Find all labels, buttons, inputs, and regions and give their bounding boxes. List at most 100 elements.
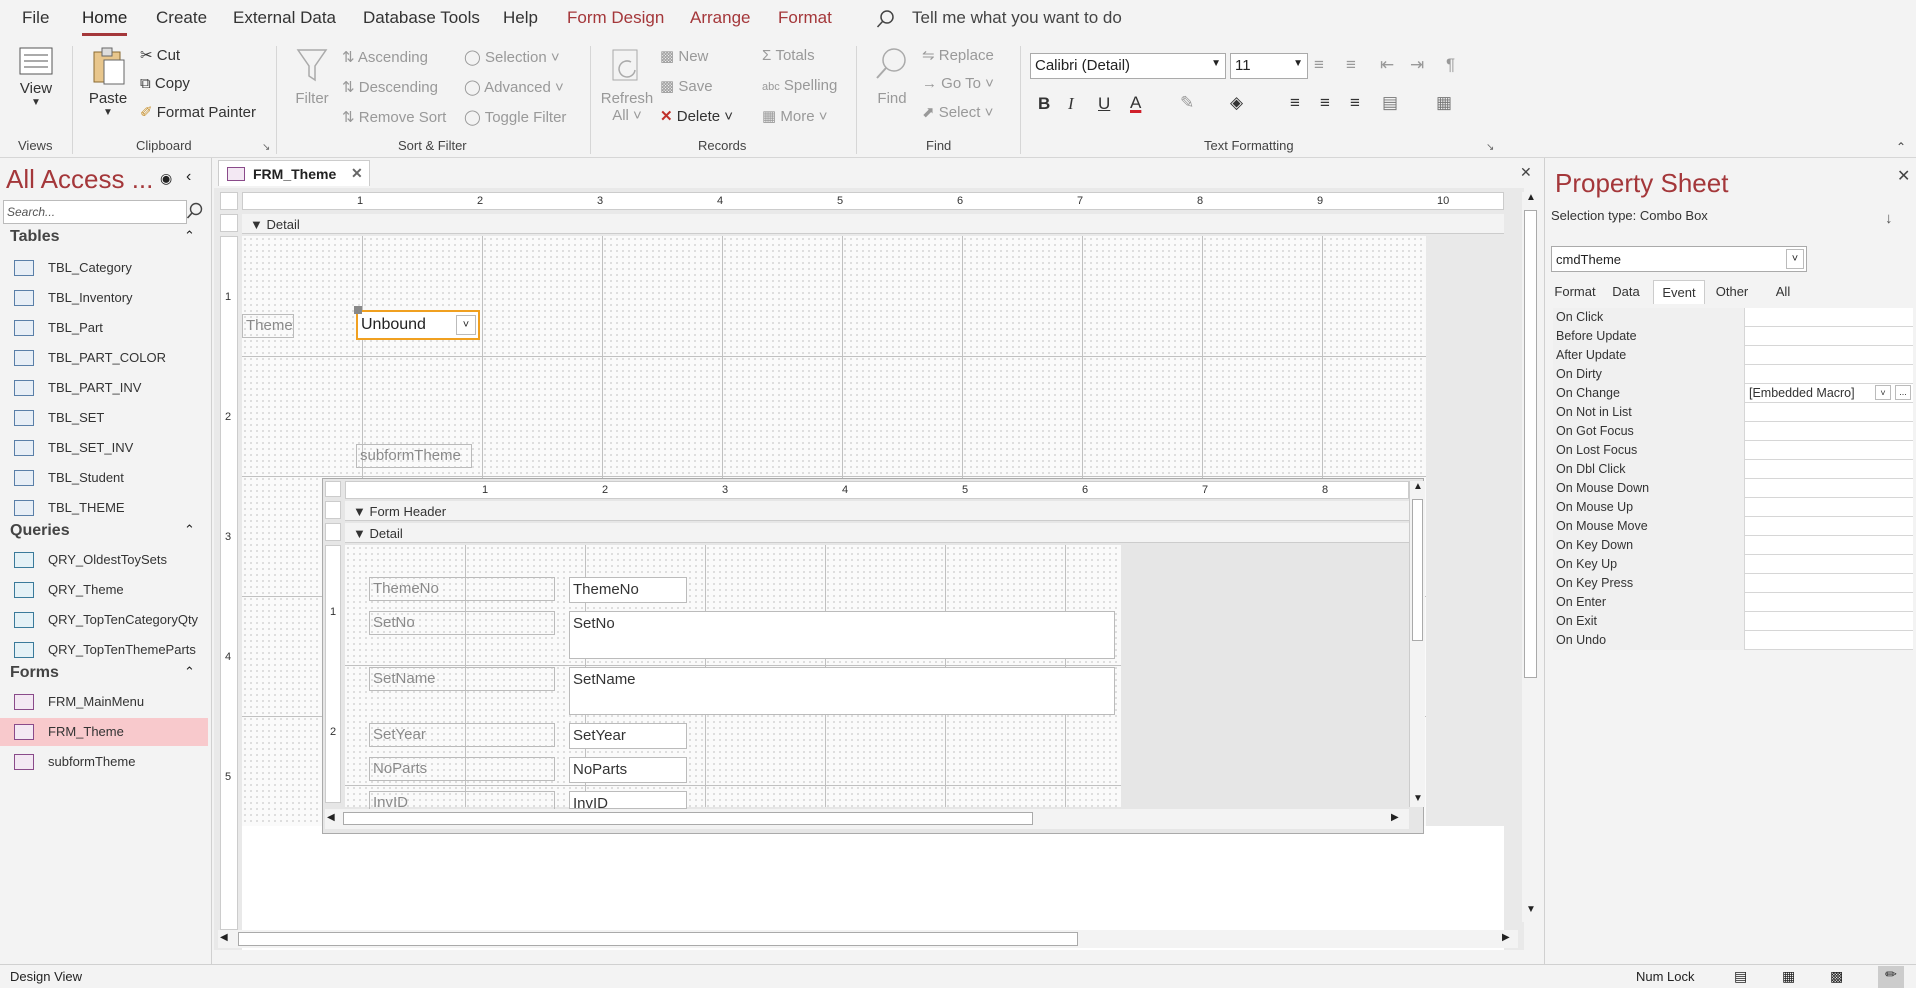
scroll-thumb[interactable]: [343, 812, 1033, 825]
property-row[interactable]: On Enter: [1553, 593, 1913, 612]
property-row[interactable]: On Key Press: [1553, 574, 1913, 593]
font-name-combo[interactable]: Calibri (Detail) ▼: [1030, 53, 1226, 79]
scroll-down-icon[interactable]: ▼: [1526, 904, 1536, 915]
nav-item-tbl-part-color[interactable]: TBL_PART_COLOR: [0, 344, 208, 372]
nav-item-tbl-set[interactable]: TBL_SET: [0, 404, 208, 432]
close-icon[interactable]: ✕: [1897, 166, 1910, 186]
property-value[interactable]: [1746, 631, 1913, 650]
conditional-format-icon[interactable]: ▤: [1382, 93, 1398, 113]
tab-database-tools[interactable]: Database Tools: [363, 8, 480, 28]
field-textbox-themeno[interactable]: ThemeNo: [569, 577, 687, 603]
nav-item-subformtheme[interactable]: subformTheme: [0, 748, 208, 776]
nav-item-tbl-inventory[interactable]: TBL_Inventory: [0, 284, 208, 312]
filter-button[interactable]: Filter: [290, 46, 334, 107]
scroll-thumb[interactable]: [1412, 499, 1423, 641]
goto-button[interactable]: → Go To ˅: [922, 75, 994, 92]
subform-detail-selector[interactable]: [325, 523, 341, 541]
field-label-themeno[interactable]: ThemeNo: [369, 577, 555, 601]
tab-external-data[interactable]: External Data: [233, 8, 336, 28]
nav-search-input[interactable]: Search...: [3, 200, 187, 224]
form-view-icon[interactable]: ▤: [1734, 968, 1747, 985]
property-row[interactable]: On Exit: [1553, 612, 1913, 631]
delete-record-button[interactable]: ✕ Delete ˅: [660, 107, 733, 125]
field-textbox-setyear[interactable]: SetYear: [569, 723, 687, 749]
subform-ruler-corner[interactable]: [325, 481, 341, 497]
font-color-icon[interactable]: A: [1130, 93, 1141, 113]
scroll-thumb[interactable]: [1524, 210, 1537, 678]
property-row[interactable]: Before Update: [1553, 327, 1913, 346]
nav-item-tbl-part[interactable]: TBL_Part: [0, 314, 208, 342]
subform-horizontal-scrollbar[interactable]: ◀ ▶: [325, 809, 1409, 829]
collapse-ribbon-icon[interactable]: ⌃: [1896, 140, 1906, 154]
tab-form-design[interactable]: Form Design: [567, 8, 664, 28]
tab-format[interactable]: Format: [778, 8, 832, 28]
property-value[interactable]: [1746, 365, 1913, 384]
shutter-bar-icon[interactable]: ‹: [186, 168, 191, 186]
tell-me-input[interactable]: Tell me what you want to do: [912, 8, 1122, 28]
field-textbox-noparts[interactable]: NoParts: [569, 757, 687, 783]
property-tab-event[interactable]: Event: [1653, 280, 1705, 304]
find-button[interactable]: Find: [870, 46, 914, 107]
nav-item-frm-mainmenu[interactable]: FRM_MainMenu: [0, 688, 208, 716]
tab-frm-theme[interactable]: FRM_Theme ✕: [218, 160, 370, 186]
underline-button[interactable]: U: [1098, 94, 1110, 114]
close-tab-icon[interactable]: ✕: [351, 165, 363, 182]
replace-button[interactable]: ⇋ Replace: [922, 46, 994, 64]
selection-button[interactable]: ◯ Selection ˅: [464, 48, 560, 66]
chevron-down-icon[interactable]: ˅: [456, 315, 476, 335]
property-value[interactable]: [1746, 612, 1913, 631]
property-value[interactable]: [1746, 498, 1913, 517]
tab-file[interactable]: File: [22, 8, 49, 28]
numbering-icon[interactable]: ≡: [1346, 55, 1356, 75]
tab-arrange[interactable]: Arrange: [690, 8, 750, 28]
property-value[interactable]: [1746, 308, 1913, 327]
toggle-filter-button[interactable]: ◯ Toggle Filter: [464, 108, 566, 126]
property-row[interactable]: On Key Up: [1553, 555, 1913, 574]
font-size-combo[interactable]: 11 ▼: [1230, 53, 1308, 79]
chevron-up-icon[interactable]: ⌃: [184, 664, 195, 680]
view-button[interactable]: View ▼: [14, 46, 58, 108]
cut-button[interactable]: ✂ Cut: [140, 46, 180, 64]
property-value[interactable]: [1746, 327, 1913, 346]
property-value[interactable]: [1746, 517, 1913, 536]
nav-section-forms[interactable]: Forms: [10, 664, 59, 682]
close-document-icon[interactable]: ✕: [1520, 164, 1532, 181]
paragraph-icon[interactable]: ¶: [1446, 55, 1455, 75]
tab-help[interactable]: Help: [503, 8, 538, 28]
property-tab-all[interactable]: All: [1759, 280, 1807, 304]
copy-button[interactable]: ⧉ Copy: [140, 75, 190, 92]
tab-create[interactable]: Create: [156, 8, 207, 28]
ascending-button[interactable]: ⇅ Ascending: [342, 48, 428, 66]
horizontal-scrollbar[interactable]: ◀ ▶: [218, 930, 1518, 948]
nav-item-tbl-student[interactable]: TBL_Student: [0, 464, 208, 492]
subform-vertical-scrollbar[interactable]: ▲ ▼: [1409, 481, 1425, 807]
bullets-icon[interactable]: ≡: [1314, 55, 1324, 75]
layout-view-icon[interactable]: ▩: [1830, 968, 1843, 985]
advanced-button[interactable]: ◯ Advanced ˅: [464, 78, 564, 96]
nav-item-frm-theme[interactable]: FRM_Theme: [0, 718, 208, 746]
property-row[interactable]: On Got Focus: [1553, 422, 1913, 441]
decrease-indent-icon[interactable]: ⇤: [1380, 55, 1394, 75]
nav-item-qry-theme[interactable]: QRY_Theme: [0, 576, 208, 604]
bold-button[interactable]: B: [1038, 94, 1050, 114]
nav-item-tbl-set-inv[interactable]: TBL_SET_INV: [0, 434, 208, 462]
scroll-thumb[interactable]: [238, 932, 1078, 946]
field-textbox-invid[interactable]: InvID: [569, 791, 687, 812]
design-view-icon[interactable]: ✏: [1878, 966, 1904, 988]
more-button[interactable]: ▦ More ˅: [762, 107, 827, 125]
scroll-left-icon[interactable]: ◀: [220, 932, 228, 943]
section-bar-form-header[interactable]: ▼ Form Header: [345, 501, 1409, 521]
property-row[interactable]: On Change [Embedded Macro] ˅...: [1553, 384, 1913, 403]
align-center-icon[interactable]: ≡: [1320, 93, 1330, 113]
property-value[interactable]: [1746, 555, 1913, 574]
property-row[interactable]: On Mouse Move: [1553, 517, 1913, 536]
remove-sort-button[interactable]: ⇅ Remove Sort: [342, 108, 446, 126]
move-handle[interactable]: [354, 306, 362, 314]
scroll-up-icon[interactable]: ▲: [1413, 481, 1423, 492]
chevron-up-icon[interactable]: ⌃: [184, 522, 195, 538]
chevron-down-icon[interactable]: ˅: [1875, 385, 1891, 400]
format-painter-button[interactable]: ✐ Format Painter: [140, 103, 256, 121]
property-value[interactable]: [1746, 479, 1913, 498]
property-row[interactable]: On Dbl Click: [1553, 460, 1913, 479]
tab-home[interactable]: Home: [82, 8, 128, 36]
